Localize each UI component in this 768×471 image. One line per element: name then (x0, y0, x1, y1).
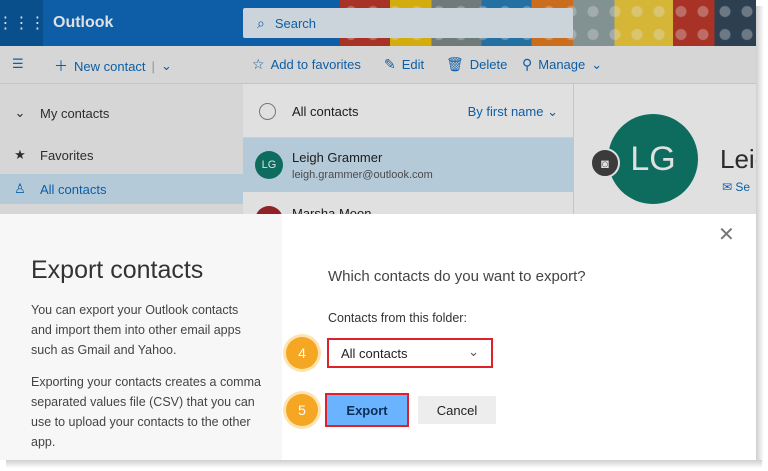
export-dialog-form: ✕ Which contacts do you want to export? … (282, 214, 756, 460)
export-button[interactable]: Export (325, 393, 409, 427)
step-4-marker: 4 (286, 337, 318, 369)
close-icon[interactable]: ✕ (718, 222, 735, 247)
outlook-window: ⋮⋮⋮ Outlook ⌕ Search ☰ ＋ New contact | ⌄… (0, 0, 756, 460)
export-question: Which contacts do you want to export? (328, 268, 586, 285)
window-shadow (6, 460, 762, 468)
contacts-folder-select[interactable]: All contacts ⌄ (327, 338, 493, 368)
folder-select-value: All contacts (341, 345, 408, 361)
window-shadow (756, 6, 764, 464)
dialog-description: You can export your Outlook contacts and… (31, 303, 241, 357)
modal-backdrop (0, 0, 756, 214)
step-5-marker: 5 (286, 394, 318, 426)
chevron-down-icon: ⌄ (468, 344, 479, 359)
folder-label: Contacts from this folder: (328, 311, 467, 325)
dialog-title: Export contacts (31, 256, 204, 284)
cancel-button[interactable]: Cancel (418, 396, 496, 424)
export-dialog-info-panel: Export contacts You can export your Outl… (0, 214, 282, 460)
dialog-description-csv: Exporting your contacts creates a comma … (31, 375, 261, 449)
